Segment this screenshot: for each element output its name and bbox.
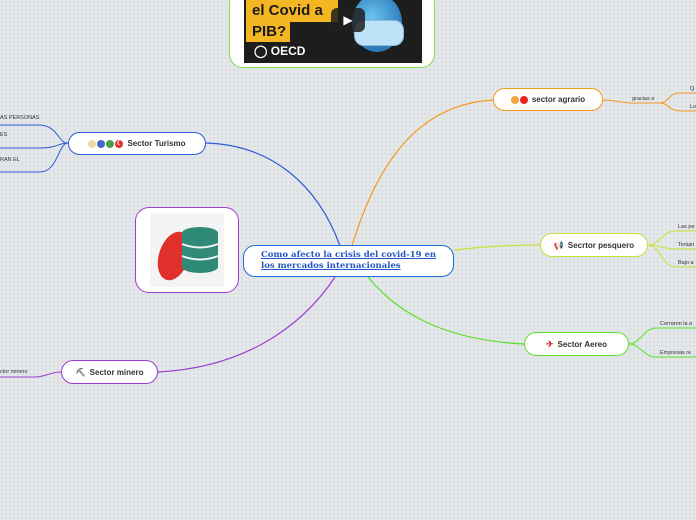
link-central-aereo — [367, 276, 525, 345]
topic-label: Sector Turismo — [127, 139, 186, 148]
topic-label: Secrtor pesquero — [567, 240, 635, 250]
image-node[interactable] — [135, 207, 239, 293]
leaf-aereo-0[interactable]: Cerraron la a — [660, 321, 692, 327]
link-central-pesquero — [453, 244, 541, 251]
topic-label: Sector Aereo — [557, 339, 608, 349]
video-thumbnail[interactable]: el Covid a PIB? ◯ OECD ▶ — [244, 0, 422, 63]
leaf-turismo-1[interactable]: ES — [0, 132, 7, 138]
video-title-line2: PIB? — [246, 22, 290, 42]
link-agrario-leaf — [601, 99, 631, 104]
leaf-agrario-2[interactable]: Lo — [690, 104, 696, 110]
topic-sector-turismo[interactable]: ☾ Sector Turismo — [68, 132, 206, 155]
globe-icon — [97, 139, 106, 148]
video-title-line1: el Covid a — [246, 0, 338, 22]
airplane-icon: ✈ — [545, 338, 554, 349]
link-central-agrario — [351, 99, 494, 247]
oecd-logo: ◯ OECD — [254, 44, 306, 58]
egg-icon — [88, 139, 97, 148]
topic-label: sector agrario — [531, 95, 586, 104]
topic-sector-agrario[interactable]: sector agrario — [493, 88, 603, 111]
play-icon[interactable]: ▶ — [331, 8, 365, 32]
leaf-turismo-0[interactable]: AS PERSONAS — [0, 115, 39, 121]
topic-sector-pesquero[interactable]: 📢 Secrtor pesquero — [540, 233, 648, 257]
leaf-aereo-1[interactable]: Empresas re — [660, 350, 691, 356]
topic-sector-minero[interactable]: ⛏ Sector minero — [61, 360, 158, 384]
tomato-icon — [519, 95, 528, 104]
video-thumbnail-node[interactable]: el Covid a PIB? ◯ OECD ▶ — [229, 0, 435, 68]
leaf-pesquero-2[interactable]: Bajo a — [678, 260, 694, 266]
leaf-pesquero-0[interactable]: Las pe — [678, 224, 695, 230]
central-topic-title: Como afecto la crisis del covid-19 en lo… — [261, 250, 437, 271]
leaf-agrario-gracias[interactable]: gracias a — [632, 96, 654, 102]
coin-stack-icon — [150, 213, 224, 287]
central-topic[interactable]: Como afecto la crisis del covid-19 en lo… — [243, 245, 454, 277]
turkey-flag-icon: ☾ — [115, 139, 124, 148]
megaphone-icon: 📢 — [553, 240, 564, 250]
topic-sector-aereo[interactable]: ✈ Sector Aereo — [524, 332, 629, 356]
leaf-turismo-2[interactable]: RAN EL — [0, 157, 20, 163]
leaf-pesquero-1[interactable]: Tenian — [678, 242, 694, 248]
topic-label: Sector minero — [89, 367, 144, 377]
green-icon — [106, 139, 115, 148]
leaf-minero-0[interactable]: ctor minero — [0, 369, 28, 375]
leaf-agrario-1[interactable]: Q — [690, 86, 694, 92]
mango-icon — [510, 95, 519, 104]
pickaxe-icon: ⛏ — [75, 367, 86, 377]
